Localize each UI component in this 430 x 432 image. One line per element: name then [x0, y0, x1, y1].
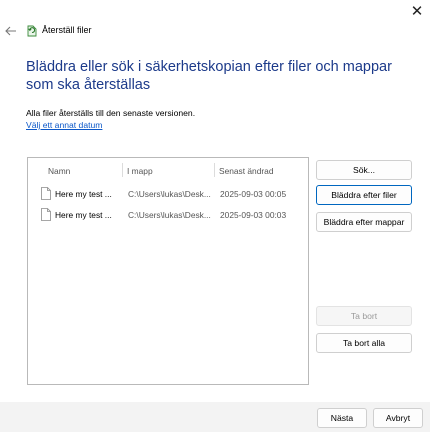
browse-files-button[interactable]: Bläddra efter filer [316, 185, 412, 205]
browse-folders-button[interactable]: Bläddra efter mappar [316, 212, 412, 232]
window-title: Återställ filer [42, 25, 92, 35]
column-separator[interactable] [214, 163, 215, 177]
search-button[interactable]: Sök... [316, 160, 412, 180]
remove-button[interactable]: Ta bort [316, 306, 412, 326]
remove-all-button[interactable]: Ta bort alla [316, 333, 412, 353]
page-heading: Bläddra eller sök i säkerhetskopian efte… [26, 59, 392, 93]
back-button[interactable] [2, 22, 20, 40]
file-name: Here my test ... [55, 189, 112, 199]
file-list[interactable]: Namn I mapp Senast ändrad Here my test .… [27, 157, 309, 385]
info-text: Alla filer återställs till den senaste v… [26, 108, 196, 118]
file-modified: 2025-09-03 00:03 [220, 210, 287, 220]
file-row[interactable]: Here my test ... C:\Users\lukas\Desk... … [29, 184, 307, 204]
cancel-button[interactable]: Avbryt [373, 408, 423, 428]
file-folder: C:\Users\lukas\Desk... [128, 210, 211, 220]
back-arrow-icon [5, 26, 16, 36]
column-header-name[interactable]: Namn [48, 166, 70, 176]
choose-date-link[interactable]: Välj ett annat datum [26, 120, 102, 130]
column-header-modified[interactable]: Senast ändrad [219, 166, 273, 176]
document-icon [41, 187, 51, 200]
next-button[interactable]: Nästa [317, 408, 367, 428]
file-row[interactable]: Here my test ... C:\Users\lukas\Desk... … [29, 205, 307, 225]
column-header-folder[interactable]: I mapp [127, 166, 153, 176]
close-button[interactable]: ✕ [406, 1, 428, 21]
file-modified: 2025-09-03 00:05 [220, 189, 287, 199]
column-separator[interactable] [122, 163, 123, 177]
document-icon [41, 208, 51, 221]
restore-files-icon [27, 25, 37, 37]
close-icon: ✕ [410, 3, 424, 20]
file-folder: C:\Users\lukas\Desk... [128, 189, 211, 199]
file-name: Here my test ... [55, 210, 112, 220]
